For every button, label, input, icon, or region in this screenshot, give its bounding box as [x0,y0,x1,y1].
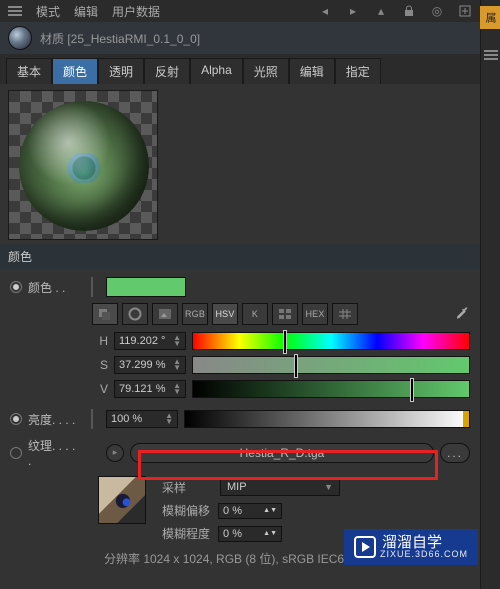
slider-value[interactable] [192,380,470,398]
value-brightness: 100 % [111,413,142,425]
input-s[interactable]: 37.299 % ▲▼ [114,356,186,374]
label-brightness: 亮度. . . . [28,411,78,428]
value-blurlevel: 0 % [223,528,242,540]
value-v: 79.121 % [119,383,165,395]
label-sampling: 采样 [162,479,186,496]
row-color: 颜色 . . [4,275,476,299]
watermark-sub: ZIXUE.3D66.COM [380,550,468,559]
tab-reflect[interactable]: 反射 [144,58,190,84]
select-sampling[interactable]: MIP ▼ [220,478,340,496]
value-s: 37.299 % [119,359,165,371]
marker-hue[interactable] [284,331,286,353]
menu-userdata[interactable]: 用户数据 [112,3,160,20]
spinner-blurlevel[interactable]: ▲▼ [263,530,277,537]
tab-transp[interactable]: 透明 [98,58,144,84]
eyedropper-icon[interactable] [454,305,470,324]
menubar: 模式 编辑 用户数据 ◂ ▸ ▴ ◎ [0,0,480,22]
section-color-head: 颜色 [0,244,480,269]
label-s: S [92,358,108,372]
tab-editor[interactable]: 编辑 [289,58,335,84]
tab-color[interactable]: 颜色 [52,58,98,84]
grid-icon[interactable] [332,303,358,325]
back-icon[interactable]: ◂ [318,4,332,18]
value-h: 119.202 ° [119,335,165,347]
mode-rgb[interactable]: RGB [182,303,208,325]
marker-sat[interactable] [295,355,297,377]
input-blurlevel[interactable]: 0 % ▲▼ [218,526,282,542]
menu-edit[interactable]: 编辑 [74,3,98,20]
row-texture: 纹理. . . . . ▸ Hestia_R_D.tga ... [4,435,476,470]
mode-hex[interactable]: HEX [302,303,328,325]
material-preview [8,90,158,240]
color-swatch[interactable] [106,277,186,297]
tab-lum[interactable]: 光照 [243,58,289,84]
paint-icon[interactable] [92,303,118,325]
input-brightness[interactable]: 100 % ▲▼ [106,410,178,428]
spinner-v[interactable]: ▲▼ [173,383,181,395]
label-bluroffset: 模糊偏移 [162,502,210,519]
menu-mode[interactable]: 模式 [36,3,60,20]
hamburger-icon[interactable] [8,6,22,16]
lock-icon[interactable] [402,4,416,18]
label-h: H [92,334,108,348]
slider-saturation[interactable] [192,356,470,374]
radio-texture[interactable] [10,447,22,459]
radio-brightness[interactable] [10,413,22,425]
mode-k[interactable]: K [242,303,268,325]
watermark: 溜溜自学 ZIXUE.3D66.COM [344,529,478,565]
label-blurlevel: 模糊程度 [162,525,210,542]
texture-play-icon[interactable]: ▸ [106,444,124,462]
radio-color[interactable] [10,281,22,293]
value-bluroffset: 0 % [223,505,242,517]
label-texture: 纹理. . . . . [28,437,78,468]
spinner-h[interactable]: ▲▼ [173,335,181,347]
spinner-s[interactable]: ▲▼ [173,359,181,371]
channel-tabs: 基本 颜色 透明 反射 Alpha 光照 编辑 指定 [0,54,480,84]
input-bluroffset[interactable]: 0 % ▲▼ [218,503,282,519]
label-v: V [92,382,108,396]
material-title: 材质 [25_HestiaRMI_0.1_0_0] [40,30,200,47]
value-sampling: MIP [227,481,247,493]
texture-file-name: Hestia_R_D.tga [240,446,325,460]
chevron-down-icon: ▼ [324,482,333,492]
tab-alpha[interactable]: Alpha [190,58,243,84]
row-brightness: 亮度. . . . 100 % ▲▼ [4,407,476,431]
input-h[interactable]: 119.202 ° ▲▼ [114,332,186,350]
watermark-text: 溜溜自学 [382,535,468,550]
material-titlebar: 材质 [25_HestiaRMI_0.1_0_0] [0,22,480,54]
tab-assign[interactable]: 指定 [335,58,381,84]
plus-icon[interactable] [458,4,472,18]
spinner-bluroffset[interactable]: ▲▼ [263,507,277,514]
expand-handle-icon[interactable] [91,409,93,429]
spinner-brightness[interactable]: ▲▼ [165,413,173,425]
rail-hamburger-icon[interactable] [484,50,498,60]
forward-icon[interactable]: ▸ [346,4,360,18]
target-icon[interactable]: ◎ [430,4,444,18]
swatches-icon[interactable] [272,303,298,325]
texture-browse-button[interactable]: ... [440,443,470,463]
color-wheel-icon[interactable] [122,303,148,325]
marker-val[interactable] [411,379,413,401]
expand-handle-icon[interactable] [91,277,93,297]
right-rail: 属 [480,0,500,589]
rail-tab-attributes[interactable]: 属 [480,6,500,29]
tab-basic[interactable]: 基本 [6,58,52,84]
material-thumb-icon [8,26,32,50]
up-icon[interactable]: ▴ [374,4,388,18]
color-mode-strip: RGB HSV K HEX [4,299,476,329]
input-v[interactable]: 79.121 % ▲▼ [114,380,186,398]
mode-hsv[interactable]: HSV [212,303,238,325]
image-icon[interactable] [152,303,178,325]
preview-sphere-icon [19,101,149,231]
texture-thumbnail[interactable] [98,476,146,524]
slider-hue[interactable] [192,332,470,350]
slider-brightness[interactable] [184,410,470,428]
texture-file-button[interactable]: Hestia_R_D.tga [130,443,434,463]
watermark-play-icon [354,536,376,558]
label-color: 颜色 . . [28,279,78,296]
